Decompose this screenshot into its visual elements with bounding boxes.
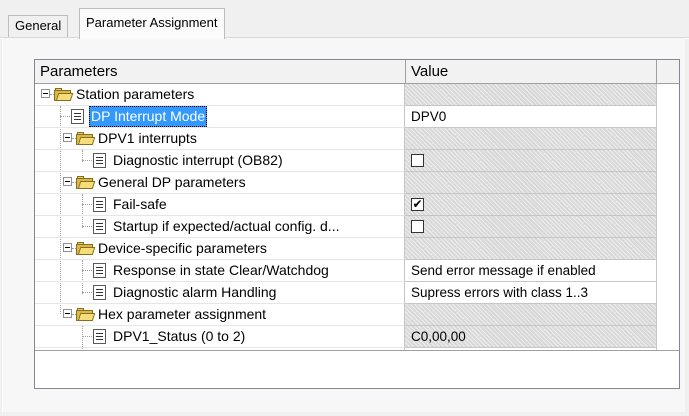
value-text: C0,00,00 bbox=[411, 329, 466, 344]
value-cell bbox=[405, 238, 657, 260]
parameter-label[interactable]: Fail-safe bbox=[111, 194, 169, 215]
tree-line bbox=[60, 116, 70, 117]
parameter-label[interactable]: Response in state Clear/Watchdog bbox=[111, 260, 331, 281]
table-row[interactable]: Device-specific parameters bbox=[35, 238, 657, 260]
parameter-cell[interactable]: Startup if expected/actual config. d... bbox=[35, 216, 405, 238]
tree-line bbox=[82, 270, 92, 271]
value-cell bbox=[405, 84, 657, 106]
value-cell bbox=[405, 128, 657, 150]
header-parameters[interactable]: Parameters bbox=[35, 60, 406, 83]
table-row[interactable]: DPV1_Status (0 to 2) C0,00,00 bbox=[35, 326, 657, 348]
parameter-cell[interactable]: Hex parameter assignment bbox=[35, 304, 405, 326]
parameter-cell[interactable]: DPV1_Status (0 to 2) bbox=[35, 326, 405, 348]
parameter-cell[interactable]: General DP parameters bbox=[35, 172, 405, 194]
table-row[interactable]: Startup if expected/actual config. d... bbox=[35, 216, 657, 238]
parameter-label[interactable]: DPV1_Status (0 to 2) bbox=[111, 326, 247, 347]
collapse-icon[interactable] bbox=[63, 177, 72, 186]
parameter-label[interactable]: Diagnostic alarm Handling bbox=[111, 282, 278, 303]
tree-line bbox=[82, 292, 92, 293]
parameter-icon bbox=[93, 329, 106, 344]
parameter-icon bbox=[93, 263, 106, 278]
table-row[interactable]: Diagnostic interrupt (OB82) bbox=[35, 150, 657, 172]
table-row[interactable]: Station parameters bbox=[35, 84, 657, 106]
parameter-cell[interactable]: Device-specific parameters bbox=[35, 238, 405, 260]
folder-icon bbox=[76, 176, 96, 189]
value-cell[interactable] bbox=[405, 150, 657, 172]
parameter-label[interactable]: DP Interrupt Mode bbox=[89, 106, 208, 127]
checkbox[interactable] bbox=[411, 154, 424, 167]
parameter-icon bbox=[93, 197, 106, 212]
folder-label[interactable]: Device-specific parameters bbox=[96, 238, 269, 259]
parameter-icon bbox=[71, 109, 84, 124]
parameter-label[interactable]: Startup if expected/actual config. d... bbox=[111, 216, 341, 237]
collapse-icon[interactable] bbox=[63, 309, 72, 318]
folder-label[interactable]: Hex parameter assignment bbox=[96, 304, 268, 325]
table-row[interactable]: General DP parameters bbox=[35, 172, 657, 194]
folder-icon bbox=[76, 308, 96, 321]
folder-label[interactable]: DPV1 interrupts bbox=[96, 128, 199, 149]
parameter-icon bbox=[93, 285, 106, 300]
tree-line bbox=[82, 160, 92, 161]
table-row[interactable]: Hex parameter assignment bbox=[35, 304, 657, 326]
parameter-icon bbox=[93, 219, 106, 234]
header-value[interactable]: Value bbox=[406, 60, 657, 83]
table-row[interactable]: Response in state Clear/Watchdog Send err… bbox=[35, 260, 657, 282]
value-cell[interactable] bbox=[405, 216, 657, 238]
folder-label[interactable]: General DP parameters bbox=[96, 172, 248, 193]
value-text: Send error message if enabled bbox=[411, 263, 596, 278]
value-cell[interactable]: ✔ bbox=[405, 194, 657, 216]
tab-bar: General Parameter Assignment bbox=[0, 0, 689, 39]
folder-icon bbox=[54, 88, 74, 101]
parameter-cell[interactable]: DP Interrupt Mode bbox=[35, 106, 405, 128]
parameter-label[interactable]: Diagnostic interrupt (OB82) bbox=[111, 150, 285, 171]
tree-line bbox=[82, 226, 92, 227]
folder-icon bbox=[76, 132, 96, 145]
value-cell[interactable]: Send error message if enabled bbox=[405, 260, 657, 282]
parameter-cell[interactable]: Fail-safe bbox=[35, 194, 405, 216]
tab-general[interactable]: General bbox=[8, 15, 69, 37]
parameter-cell[interactable]: Station parameters bbox=[35, 84, 405, 106]
value-cell[interactable]: Supress errors with class 1..3 bbox=[405, 282, 657, 304]
parameter-icon bbox=[93, 153, 106, 168]
grid-header: Parameters Value bbox=[35, 60, 679, 84]
table-row[interactable]: Fail-safe ✔ bbox=[35, 194, 657, 216]
folder-icon bbox=[76, 242, 96, 255]
tree-line bbox=[82, 336, 92, 337]
parameter-cell[interactable]: Diagnostic interrupt (OB82) bbox=[35, 150, 405, 172]
collapse-icon[interactable] bbox=[41, 89, 50, 98]
tab-parameter-assignment[interactable]: Parameter Assignment bbox=[79, 8, 225, 39]
parameter-cell[interactable]: DPV1 interrupts bbox=[35, 128, 405, 150]
parameters-grid: Parameters Value Station parameters DP In… bbox=[34, 59, 680, 389]
collapse-icon[interactable] bbox=[63, 243, 72, 252]
folder-label[interactable]: Station parameters bbox=[74, 84, 196, 105]
table-row[interactable]: DP Interrupt Mode DPV0 bbox=[35, 106, 657, 128]
collapse-icon[interactable] bbox=[63, 133, 72, 142]
table-row[interactable]: DPV1 interrupts bbox=[35, 128, 657, 150]
value-cell[interactable]: C0,00,00 bbox=[405, 326, 657, 348]
value-cell[interactable]: DPV0 bbox=[405, 106, 657, 128]
checked-checkbox[interactable]: ✔ bbox=[411, 198, 424, 211]
value-cell bbox=[405, 172, 657, 194]
table-row[interactable]: Diagnostic alarm Handling Supress errors … bbox=[35, 282, 657, 304]
grid-footer-area bbox=[35, 350, 679, 388]
checkbox[interactable] bbox=[411, 220, 424, 233]
parameter-cell[interactable]: Diagnostic alarm Handling bbox=[35, 282, 405, 304]
parameter-cell[interactable]: Response in state Clear/Watchdog bbox=[35, 260, 405, 282]
value-text: Supress errors with class 1..3 bbox=[411, 285, 589, 300]
value-text: DPV0 bbox=[411, 109, 447, 124]
tree-line bbox=[82, 204, 92, 205]
value-cell bbox=[405, 304, 657, 326]
grid-empty-right bbox=[657, 84, 679, 388]
